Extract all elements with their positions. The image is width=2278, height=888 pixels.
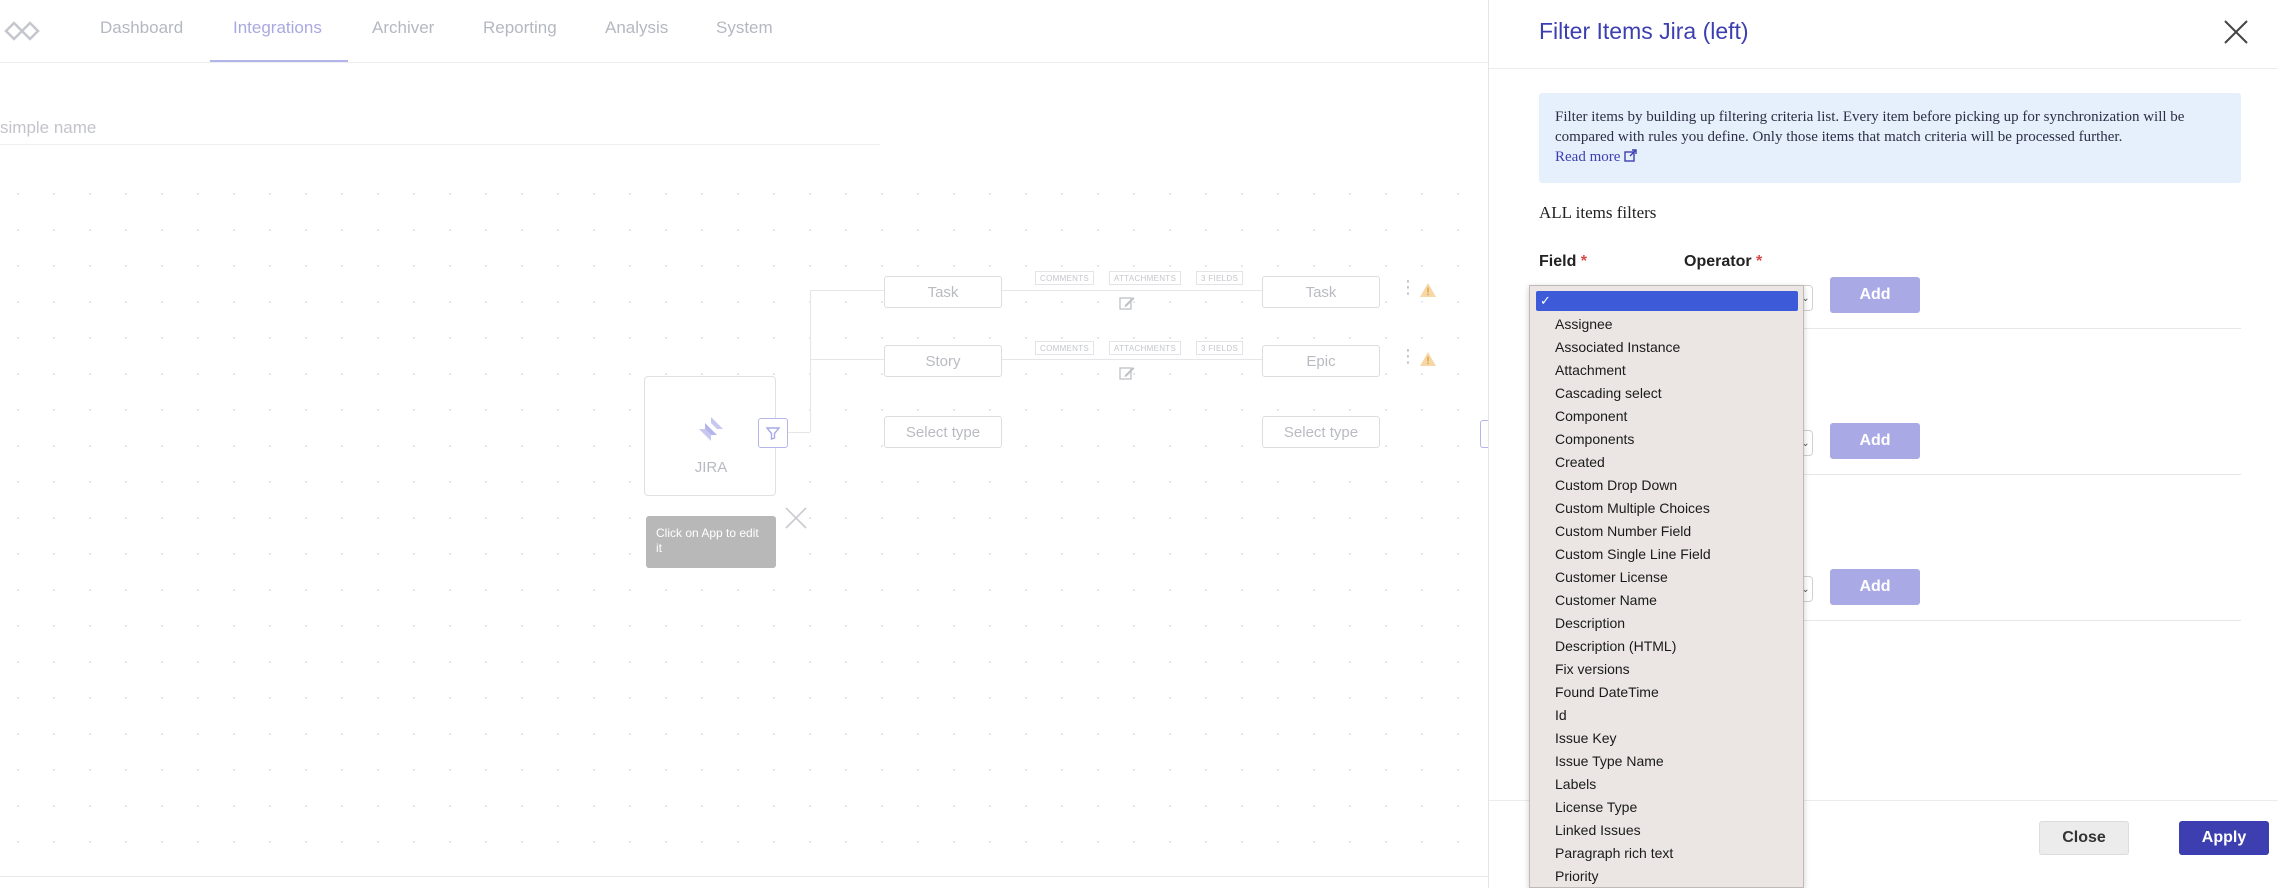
app-background: Dashboard Integrations Archiver Reportin…	[0, 0, 1488, 888]
connector-line	[1002, 290, 1262, 291]
dropdown-option[interactable]: Labels	[1530, 773, 1803, 796]
logo-icon	[4, 21, 40, 41]
field-label: Field *	[1539, 253, 1587, 271]
dropdown-option[interactable]: Assignee	[1530, 313, 1803, 336]
source-type-select[interactable]: Select type	[884, 416, 1002, 448]
connector-line	[1002, 359, 1262, 360]
field-dropdown[interactable]: ✓ Assignee Associated Instance Attachmen…	[1529, 285, 1804, 888]
info-box: Filter items by building up filtering cr…	[1539, 93, 2241, 183]
dropdown-option[interactable]: Attachment	[1530, 359, 1803, 382]
kebab-menu-icon[interactable]: ⋮	[1399, 347, 1417, 365]
tag-comments: COMMENTS	[1035, 271, 1095, 285]
external-link-icon	[1624, 149, 1637, 162]
tag-attachments: ATTACHMENTS	[1109, 271, 1182, 285]
tag-fields: 3 FIELDS	[1196, 271, 1244, 285]
add-filter-button[interactable]: Add	[1830, 423, 1920, 459]
dropdown-option[interactable]: Associated Instance	[1530, 336, 1803, 359]
connector-line	[810, 290, 884, 291]
dropdown-options: Assignee Associated Instance Attachment …	[1530, 313, 1803, 887]
nav-reporting[interactable]: Reporting	[483, 18, 557, 38]
dropdown-option[interactable]: Fix versions	[1530, 658, 1803, 681]
required-mark: *	[1580, 253, 1588, 270]
dropdown-option[interactable]: Components	[1530, 428, 1803, 451]
dropdown-option[interactable]: Custom Drop Down	[1530, 474, 1803, 497]
target-type-task[interactable]: Task	[1262, 276, 1380, 308]
filter-icon	[765, 427, 781, 440]
dropdown-option[interactable]: Description (HTML)	[1530, 635, 1803, 658]
read-more-link[interactable]: Read more	[1555, 149, 1637, 165]
dropdown-option[interactable]: Description	[1530, 612, 1803, 635]
dropdown-option[interactable]: Issue Key	[1530, 727, 1803, 750]
top-nav: Dashboard Integrations Archiver Reportin…	[0, 0, 1488, 63]
field-label-text: Field	[1539, 253, 1577, 270]
source-type-story[interactable]: Story	[884, 345, 1002, 377]
dropdown-option[interactable]: Priority	[1530, 865, 1803, 887]
target-type-select[interactable]: Select type	[1262, 416, 1380, 448]
nav-active-underline	[210, 60, 348, 62]
tag-fields: 3 FIELDS	[1196, 341, 1244, 355]
dropdown-option[interactable]: Found DateTime	[1530, 681, 1803, 704]
edit-mapping-icon[interactable]	[1118, 364, 1136, 382]
nav-system[interactable]: System	[716, 18, 773, 38]
dropdown-option[interactable]: Paragraph rich text	[1530, 842, 1803, 865]
dropdown-option[interactable]: Custom Single Line Field	[1530, 543, 1803, 566]
apply-button[interactable]: Apply	[2179, 821, 2269, 855]
dropdown-option[interactable]: Customer License	[1530, 566, 1803, 589]
source-filter-button[interactable]	[758, 418, 788, 448]
connector-line	[788, 432, 810, 433]
panel-title: Filter Items Jira (left)	[1539, 18, 1749, 44]
jira-app-card[interactable]: JIRA	[644, 376, 776, 496]
dropdown-option[interactable]: Custom Number Field	[1530, 520, 1803, 543]
add-filter-button[interactable]: Add	[1830, 277, 1920, 313]
tag-comments: COMMENTS	[1035, 341, 1095, 355]
add-filter-button[interactable]: Add	[1830, 569, 1920, 605]
warning-icon	[1420, 283, 1436, 297]
dropdown-option[interactable]: Issue Type Name	[1530, 750, 1803, 773]
edit-mapping-icon[interactable]	[1118, 294, 1136, 312]
info-text: Filter items by building up filtering cr…	[1555, 109, 2185, 145]
read-more-label: Read more	[1555, 149, 1621, 165]
nav-archiver[interactable]: Archiver	[372, 18, 434, 38]
close-icon[interactable]	[2222, 18, 2250, 46]
dropdown-option[interactable]: Component	[1530, 405, 1803, 428]
integration-name-placeholder: simple name	[0, 118, 97, 137]
dropdown-option[interactable]: Id	[1530, 704, 1803, 727]
jira-logo-icon	[699, 417, 723, 441]
connector-line	[810, 359, 884, 360]
target-type-epic[interactable]: Epic	[1262, 345, 1380, 377]
kebab-menu-icon[interactable]: ⋮	[1399, 278, 1417, 296]
source-type-task[interactable]: Task	[884, 276, 1002, 308]
required-mark: *	[1756, 253, 1763, 270]
connector-line	[810, 290, 811, 432]
footer-divider	[0, 876, 1488, 877]
panel-header-divider	[1489, 68, 2278, 69]
nav-dashboard[interactable]: Dashboard	[100, 18, 183, 38]
nav-analysis[interactable]: Analysis	[605, 18, 668, 38]
warning-icon	[1420, 352, 1436, 366]
nav-integrations[interactable]: Integrations	[233, 18, 322, 38]
operator-label-text: Operator	[1684, 253, 1752, 270]
dropdown-option[interactable]: License Type	[1530, 796, 1803, 819]
section-title: ALL items filters	[1539, 203, 1657, 222]
close-button[interactable]: Close	[2039, 821, 2129, 855]
tag-attachments: ATTACHMENTS	[1109, 341, 1182, 355]
dropdown-option[interactable]: Created	[1530, 451, 1803, 474]
dropdown-option[interactable]: Customer Name	[1530, 589, 1803, 612]
target-filter-button-edge[interactable]	[1480, 420, 1488, 448]
dropdown-option[interactable]: Cascading select	[1530, 382, 1803, 405]
app-tooltip: Click on App to edit it	[646, 516, 776, 568]
dropdown-option[interactable]: Custom Multiple Choices	[1530, 497, 1803, 520]
integration-name-field[interactable]	[0, 100, 880, 145]
operator-label: Operator *	[1684, 253, 1762, 271]
remove-app-icon[interactable]	[782, 504, 810, 532]
app-label: JIRA	[694, 459, 728, 476]
dropdown-option[interactable]: Linked Issues	[1530, 819, 1803, 842]
dropdown-selected-empty[interactable]: ✓	[1536, 291, 1798, 311]
